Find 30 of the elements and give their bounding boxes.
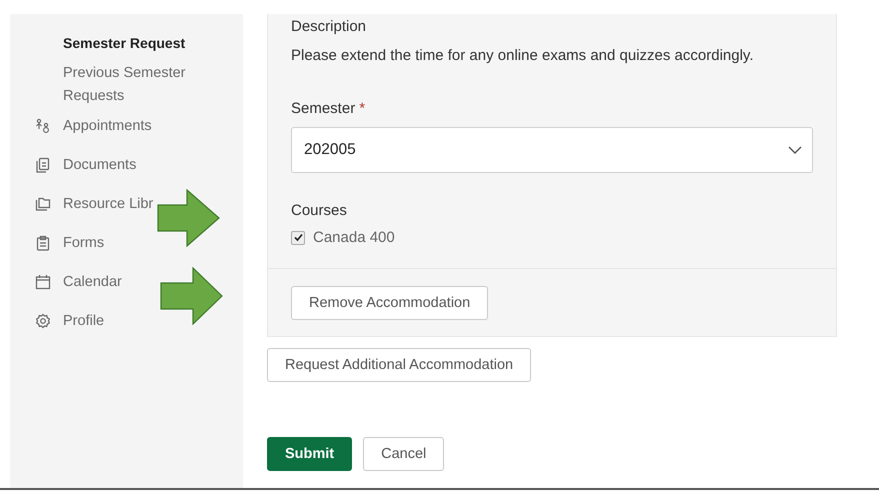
arrow-drawing: [157, 189, 220, 247]
arrow-drawing: [160, 267, 223, 325]
courses-label: Courses: [291, 201, 348, 221]
course-label: Canada 400: [313, 229, 395, 246]
sidebar-item[interactable]: Calendar: [10, 271, 243, 294]
description-label: Description: [291, 17, 368, 37]
folder-icon: [35, 196, 51, 212]
sidebar-item[interactable]: Previous Semester Requests: [10, 62, 243, 108]
checkmark-icon: [294, 233, 302, 242]
calendar-icon: [35, 274, 51, 290]
submit-button[interactable]: Submit: [267, 437, 352, 471]
required-mark: *: [359, 100, 366, 117]
sidebar-item[interactable]: Documents: [10, 154, 243, 177]
clipboard-icon: [35, 235, 51, 251]
description-text: Please extend the time for any online exams and quizzes accordingly.: [291, 46, 754, 66]
sidebar-item[interactable]: Profile: [10, 310, 243, 333]
semester-label: Semester: [291, 100, 356, 117]
semester-select[interactable]: 202005: [291, 127, 813, 173]
sidebar-item[interactable]: Semester Request: [10, 32, 243, 55]
sidebar-item[interactable]: Resource Libr: [10, 193, 243, 216]
sidebar-item[interactable]: Appointments: [10, 115, 243, 138]
cancel-button[interactable]: Cancel: [363, 437, 444, 471]
people-icon: [35, 118, 51, 134]
document-icon: [35, 157, 51, 173]
checkbox[interactable]: [291, 230, 305, 244]
sidebar-item[interactable]: Forms: [10, 232, 243, 255]
request-additional-accommodation-button[interactable]: Request Additional Accommodation: [267, 348, 532, 382]
settings-icon: [35, 313, 51, 329]
remove-accommodation-button[interactable]: Remove Accommodation: [291, 286, 488, 320]
chevron-down-icon: [788, 146, 802, 154]
